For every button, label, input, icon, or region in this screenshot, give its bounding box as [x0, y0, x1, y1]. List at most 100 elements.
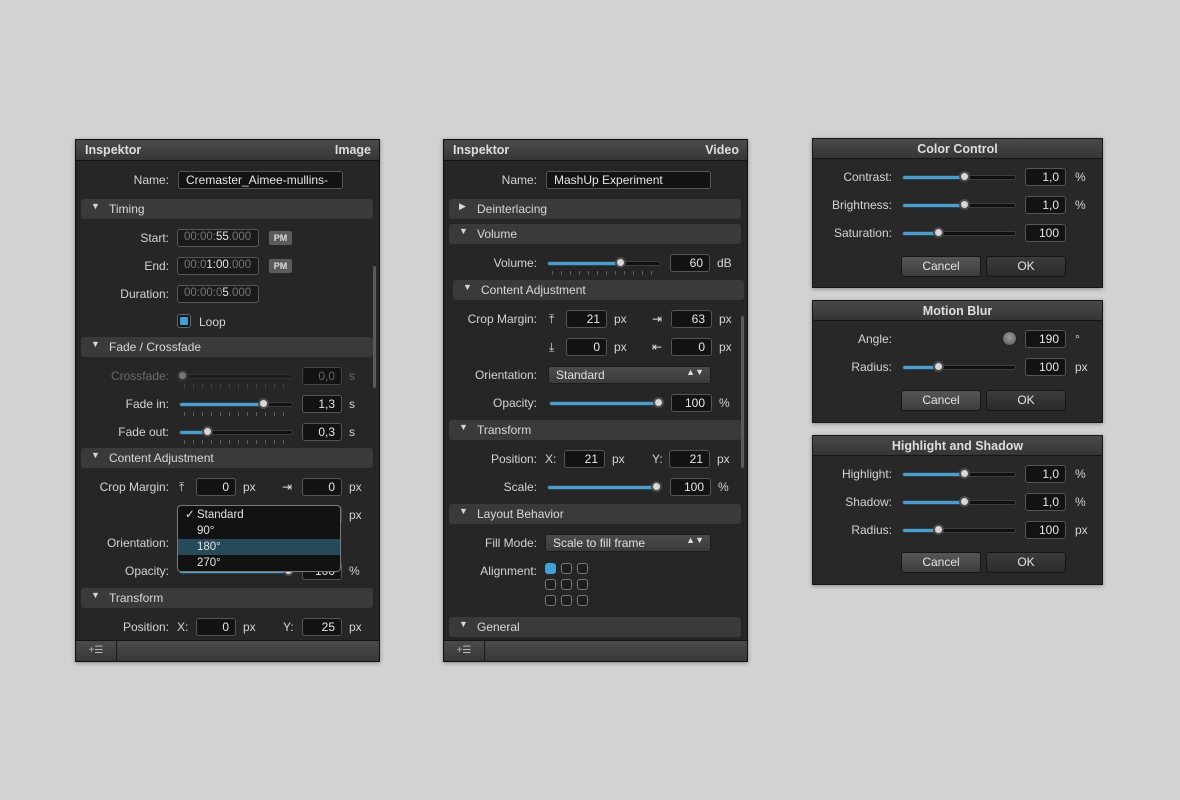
scrollbar[interactable]: [373, 266, 376, 388]
crop-left-input[interactable]: 0: [671, 338, 712, 356]
scale-value[interactable]: 100: [670, 478, 711, 496]
cancel-button[interactable]: Cancel: [901, 256, 981, 277]
brightness-value[interactable]: 1,0: [1025, 196, 1066, 214]
brightness-slider[interactable]: [902, 199, 1016, 210]
contrast-slider[interactable]: [902, 171, 1016, 182]
ok-button[interactable]: OK: [986, 552, 1066, 573]
name-label: Name:: [133, 173, 169, 187]
menu-item-180[interactable]: 180°: [178, 539, 340, 555]
radius-label: Radius:: [851, 523, 892, 537]
saturation-value[interactable]: 100: [1025, 224, 1066, 242]
duration-field[interactable]: 00:00:05.000: [177, 285, 259, 303]
section-volume[interactable]: ▼ Volume: [449, 224, 741, 244]
panel-footer: +☰: [76, 640, 379, 661]
fadeout-value[interactable]: 0,3: [302, 423, 342, 441]
orientation-select[interactable]: Standard ▲▼: [548, 366, 711, 384]
fill-mode-select[interactable]: Scale to fill frame ▲▼: [545, 534, 711, 552]
disclosure-open-icon: ▼: [459, 422, 468, 432]
contrast-value[interactable]: 1,0: [1025, 168, 1066, 186]
position-label: Position:: [122, 620, 169, 634]
loop-checkbox[interactable]: [177, 314, 191, 328]
align-center[interactable]: [561, 579, 572, 590]
motion-blur-dialog: Motion Blur Angle: 190 ° Radius: 100 px …: [812, 300, 1103, 423]
align-bottom-left[interactable]: [545, 595, 556, 606]
section-content-adjustment[interactable]: ▼ Content Adjustment: [453, 280, 744, 300]
name-input[interactable]: MashUp Experiment: [546, 171, 711, 189]
panel-title: Inspektor: [85, 143, 142, 157]
fadein-label: Fade in:: [125, 397, 169, 411]
alignment-grid[interactable]: [545, 563, 591, 609]
ok-button[interactable]: OK: [986, 390, 1066, 411]
section-fade[interactable]: ▼ Fade / Crossfade: [81, 337, 373, 357]
start-time-field[interactable]: 00:00:55.000: [177, 229, 259, 247]
align-bottom-right[interactable]: [577, 595, 588, 606]
crop-right-input[interactable]: 63: [671, 310, 712, 328]
disclosure-closed-icon: ▶: [459, 201, 466, 211]
position-y-input[interactable]: 21: [669, 450, 710, 468]
angle-knob[interactable]: [1002, 331, 1017, 346]
start-pm-button[interactable]: PM: [268, 230, 293, 246]
cancel-button[interactable]: Cancel: [901, 390, 981, 411]
add-list-icon[interactable]: +☰: [76, 641, 117, 661]
end-pm-button[interactable]: PM: [268, 258, 293, 274]
panel-header: Inspektor Video: [444, 140, 747, 161]
shadow-value[interactable]: 1,0: [1025, 493, 1066, 511]
add-list-icon[interactable]: +☰: [444, 641, 485, 661]
radius-slider[interactable]: [902, 524, 1016, 535]
shadow-slider[interactable]: [902, 496, 1016, 507]
crop-top-input[interactable]: 0: [196, 478, 236, 496]
section-transform[interactable]: ▼ Transform: [81, 588, 373, 608]
opacity-value[interactable]: 100: [671, 394, 712, 412]
cancel-button[interactable]: Cancel: [901, 552, 981, 573]
menu-item-270[interactable]: 270°: [178, 555, 340, 571]
align-middle-left[interactable]: [545, 579, 556, 590]
highlight-value[interactable]: 1,0: [1025, 465, 1066, 483]
align-top-left[interactable]: [545, 563, 556, 574]
crop-bottom-input[interactable]: 0: [566, 338, 607, 356]
scale-label: Scale:: [503, 480, 537, 494]
crossfade-value[interactable]: 0,0: [302, 367, 342, 385]
fadein-slider[interactable]: [179, 398, 293, 409]
section-transform[interactable]: ▼ Transform: [449, 420, 741, 440]
position-x-input[interactable]: 0: [196, 618, 236, 636]
volume-value[interactable]: 60: [670, 254, 710, 272]
align-middle-right[interactable]: [577, 579, 588, 590]
section-general[interactable]: ▼ General: [449, 617, 741, 637]
disclosure-open-icon: ▼: [463, 282, 472, 292]
menu-item-standard[interactable]: ✓ Standard: [178, 507, 340, 523]
panel-title: Inspektor: [453, 143, 510, 157]
volume-slider[interactable]: [547, 257, 661, 268]
menu-item-90[interactable]: 90°: [178, 523, 340, 539]
crossfade-slider[interactable]: [177, 370, 293, 381]
unit-px: px: [717, 452, 730, 466]
align-top-center[interactable]: [561, 563, 572, 574]
name-input[interactable]: Cremaster_Aimee-mullins-: [178, 171, 343, 189]
radius-value[interactable]: 100: [1025, 358, 1066, 376]
scale-slider[interactable]: [547, 481, 662, 492]
section-timing[interactable]: ▼ Timing: [81, 199, 373, 219]
fadein-value[interactable]: 1,3: [302, 395, 342, 413]
crop-top-input[interactable]: 21: [566, 310, 607, 328]
crop-right-input[interactable]: 0: [302, 478, 342, 496]
end-time-field[interactable]: 00:01:00.000: [177, 257, 259, 275]
opacity-slider[interactable]: [549, 397, 664, 408]
position-y-input[interactable]: 25: [302, 618, 342, 636]
angle-value[interactable]: 190: [1025, 330, 1066, 348]
fadeout-slider[interactable]: [179, 426, 293, 437]
position-x-input[interactable]: 21: [564, 450, 605, 468]
section-label: Volume: [477, 227, 518, 241]
scrollbar[interactable]: [741, 316, 744, 468]
align-top-right[interactable]: [577, 563, 588, 574]
section-content-adjustment[interactable]: ▼ Content Adjustment: [81, 448, 373, 468]
ok-button[interactable]: OK: [986, 256, 1066, 277]
highlight-slider[interactable]: [902, 468, 1016, 479]
section-layout-behavior[interactable]: ▼ Layout Behavior: [449, 504, 741, 524]
radius-value[interactable]: 100: [1025, 521, 1066, 539]
section-deinterlacing[interactable]: ▶ Deinterlacing: [449, 199, 741, 219]
align-bottom-center[interactable]: [561, 595, 572, 606]
saturation-slider[interactable]: [902, 227, 1016, 238]
unit-px: px: [614, 340, 627, 354]
radius-slider[interactable]: [902, 361, 1016, 372]
disclosure-open-icon: ▼: [91, 590, 100, 600]
orientation-menu[interactable]: ✓ Standard 90° 180° 270°: [177, 505, 341, 572]
